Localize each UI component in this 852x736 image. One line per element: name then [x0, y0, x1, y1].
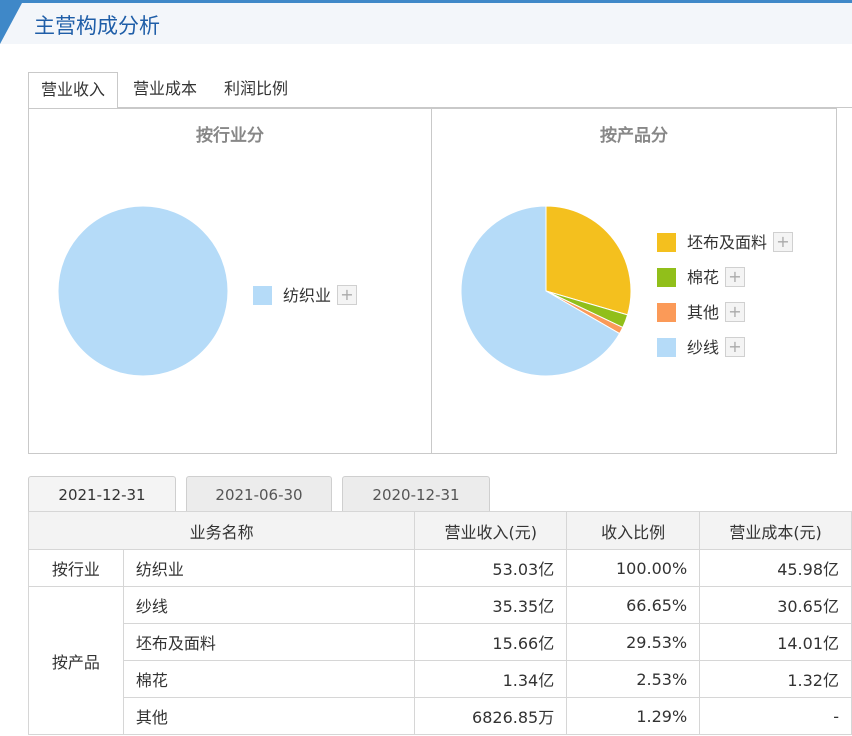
legend-swatch [657, 268, 676, 287]
expand-plus-icon[interactable]: + [337, 285, 357, 305]
industry-pie-chart [57, 205, 229, 377]
legend-item-yarn[interactable]: 纱线 + [657, 336, 797, 360]
revenue-value: 15.66亿 [414, 623, 568, 661]
col-header-cost: 营业成本(元) [699, 511, 852, 550]
date-tab-2021-06-30[interactable]: 2021-06-30 [186, 476, 332, 512]
tab-cost[interactable]: 营业成本 [121, 72, 209, 108]
pie-slice[interactable] [57, 205, 229, 377]
legend-label: 其他 [687, 303, 720, 322]
table-row: 棉花 1.34亿 2.53% 1.32亿 [29, 660, 852, 698]
header-accent-triangle [0, 3, 22, 44]
col-header-business-name: 业务名称 [27, 511, 416, 550]
business-composition-table: 业务名称 营业收入(元) 收入比例 营业成本(元) 按行业 纺织业 53.03亿… [27, 511, 852, 735]
table-header-row: 业务名称 营业收入(元) 收入比例 营业成本(元) [27, 511, 852, 550]
ratio-value: 2.53% [566, 660, 701, 698]
table-row: 坯布及面料 15.66亿 29.53% 14.01亿 [29, 623, 852, 661]
ratio-value: 29.53% [566, 623, 701, 661]
group-label-product: 按产品 [28, 586, 124, 735]
table-row: 按行业 纺织业 53.03亿 100.00% 45.98亿 [28, 549, 852, 587]
col-header-revenue: 营业收入(元) [414, 511, 568, 550]
ratio-value: 100.00% [566, 549, 701, 587]
expand-plus-icon[interactable]: + [725, 337, 745, 357]
legend-swatch [657, 338, 676, 357]
product-chart-panel: 按产品分 坯布及面料 + 棉花 + 其他 + 纱线 + [431, 108, 837, 454]
expand-plus-icon[interactable]: + [725, 302, 745, 322]
expand-plus-icon[interactable]: + [773, 232, 793, 252]
ratio-value: 66.65% [566, 586, 701, 624]
revenue-value: 35.35亿 [414, 586, 568, 624]
business-name: 纺织业 [122, 549, 416, 587]
section-header: 主营构成分析 [0, 0, 852, 44]
legend-item-textile[interactable]: 纺织业 + [253, 284, 363, 308]
legend-swatch [253, 286, 272, 305]
col-header-ratio: 收入比例 [566, 511, 701, 550]
group-label-industry: 按行业 [28, 549, 124, 587]
ratio-value: 1.29% [566, 697, 701, 735]
date-tab-2021-12-31[interactable]: 2021-12-31 [28, 476, 176, 512]
legend-item-greige-fabric[interactable]: 坯布及面料 + [657, 231, 797, 255]
revenue-value: 6826.85万 [414, 697, 568, 735]
legend-item-cotton[interactable]: 棉花 + [657, 266, 797, 290]
legend-item-other[interactable]: 其他 + [657, 301, 797, 325]
tab-revenue[interactable]: 营业收入 [28, 72, 118, 109]
business-name: 坯布及面料 [122, 623, 416, 661]
revenue-value: 1.34亿 [414, 660, 568, 698]
tab-profit-ratio[interactable]: 利润比例 [212, 72, 300, 108]
legend-swatch [657, 303, 676, 322]
date-tab-2020-12-31[interactable]: 2020-12-31 [342, 476, 490, 512]
industry-chart-panel: 按行业分 纺织业 + [28, 108, 432, 454]
legend-label: 棉花 [687, 268, 720, 287]
analysis-tabs: 营业收入 营业成本 利润比例 [28, 72, 852, 109]
cost-value: - [699, 697, 852, 735]
legend-label: 纱线 [687, 338, 720, 357]
cost-value: 14.01亿 [699, 623, 852, 661]
legend-label: 纺织业 [283, 286, 332, 305]
header-accent-bar [0, 0, 852, 3]
business-name: 其他 [122, 697, 416, 735]
legend-swatch [657, 233, 676, 252]
revenue-value: 53.03亿 [414, 549, 568, 587]
cost-value: 1.32亿 [699, 660, 852, 698]
business-name: 纱线 [122, 586, 416, 624]
table-row: 其他 6826.85万 1.29% - [29, 697, 852, 735]
cost-value: 45.98亿 [699, 549, 852, 587]
section-title: 主营构成分析 [34, 14, 160, 38]
cost-value: 30.65亿 [699, 586, 852, 624]
table-row: 按产品 纱线 35.35亿 66.65% 30.65亿 [28, 586, 852, 735]
expand-plus-icon[interactable]: + [725, 267, 745, 287]
business-name: 棉花 [122, 660, 416, 698]
legend-label: 坯布及面料 [687, 233, 768, 252]
